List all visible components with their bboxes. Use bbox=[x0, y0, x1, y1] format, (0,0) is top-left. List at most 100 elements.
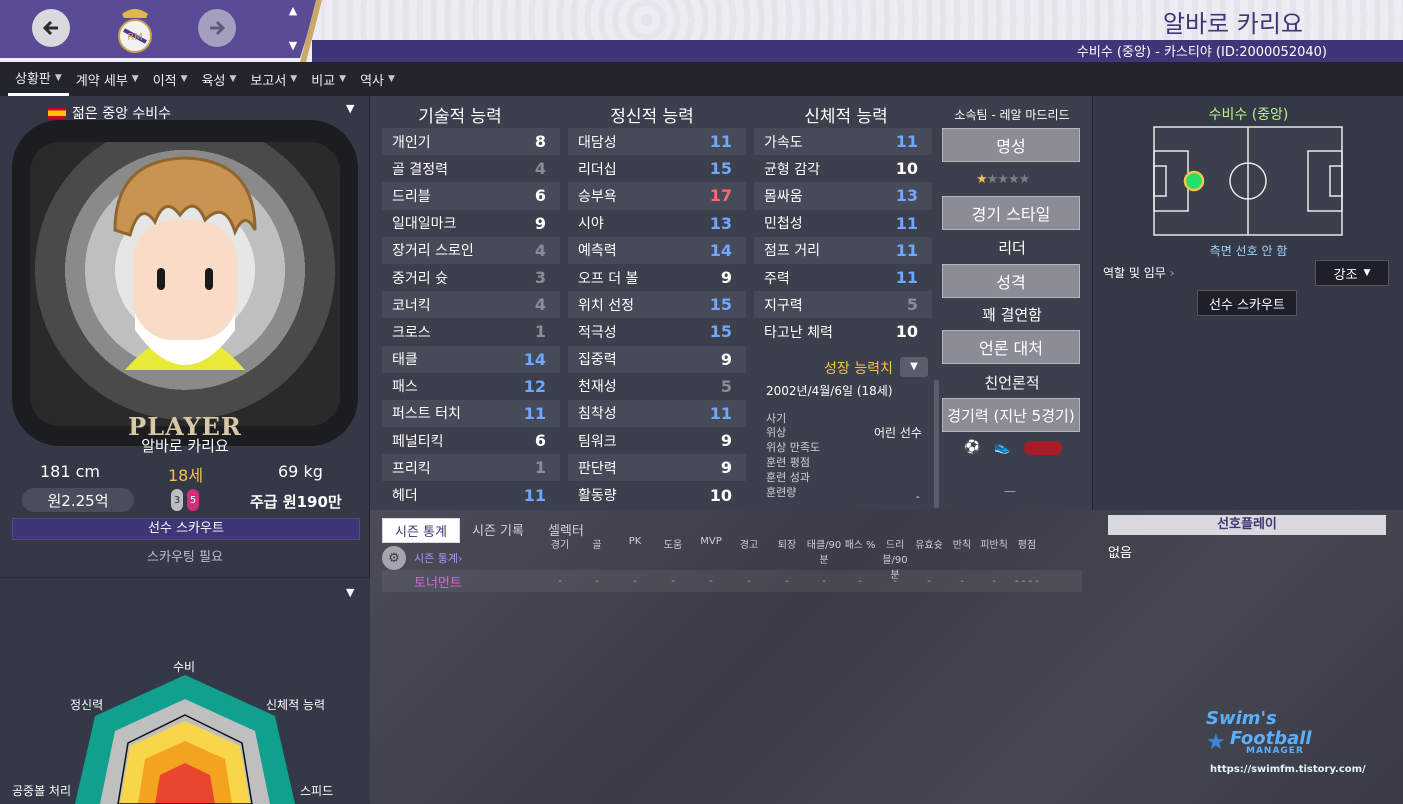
attribute-row[interactable]: 천재성 5 bbox=[568, 373, 746, 400]
form-button[interactable]: 경기력 (지난 5경기) bbox=[942, 398, 1080, 432]
technical-attributes: 개인기 8 골 결정력 4 드리블 6 일대일마크 9 장거리 스로인 4 중거리 슛 3 코너킥 4 크로… bbox=[382, 128, 560, 509]
attribute-row[interactable]: 지구력 5 bbox=[754, 291, 932, 319]
attribute-name: 균형 감각 bbox=[764, 161, 820, 178]
attribute-value: 14 bbox=[523, 349, 546, 369]
attribute-name: 퍼스트 터치 bbox=[392, 406, 461, 423]
menu-contract[interactable]: 계약 세부 ▼ bbox=[69, 62, 146, 96]
mental-header: 정신적 능력 bbox=[610, 107, 694, 127]
attribute-name: 침착성 bbox=[578, 406, 617, 423]
tab-season-stats[interactable]: 시즌 통계 bbox=[382, 518, 460, 543]
menu-reports[interactable]: 보고서 ▼ bbox=[243, 62, 304, 96]
media-handling-button[interactable]: 언론 대처 bbox=[942, 330, 1080, 364]
reputation-button[interactable]: 명성 bbox=[942, 128, 1080, 162]
back-button[interactable] bbox=[32, 9, 70, 47]
attribute-row[interactable]: 활동량 10 bbox=[568, 481, 746, 508]
attribute-row[interactable]: 팀워크 9 bbox=[568, 427, 746, 454]
menu-development[interactable]: 육성 ▼ bbox=[195, 62, 244, 96]
forward-button[interactable] bbox=[198, 9, 236, 47]
attribute-row[interactable]: 균형 감각 10 bbox=[754, 155, 932, 182]
scout-player-button[interactable]: 선수 스카우트 bbox=[12, 518, 360, 540]
radar-label-physical: 신체적 능력 bbox=[266, 698, 326, 712]
attribute-row[interactable]: 타고난 체력 10 bbox=[754, 318, 932, 345]
attribute-row[interactable]: 예측력 14 bbox=[568, 236, 746, 264]
growth-date: 2002년/4월/6일 (18세) bbox=[766, 384, 893, 398]
growth-dropdown-button[interactable]: ▼ bbox=[900, 357, 928, 377]
growth-scrollbar[interactable] bbox=[934, 380, 939, 508]
attribute-name: 적극성 bbox=[578, 324, 617, 341]
attribute-value: 3 bbox=[534, 268, 546, 288]
attribute-row[interactable]: 승부욕 17 bbox=[568, 182, 746, 210]
stat-value: - bbox=[747, 575, 751, 587]
player-subtitle: 수비수 (중앙) - 카스티야 (ID:2000052040) bbox=[1076, 45, 1327, 60]
attribute-row[interactable]: 오프 더 볼 9 bbox=[568, 264, 746, 291]
attribute-value: 15 bbox=[709, 295, 732, 315]
chevron-down-icon[interactable]: ▼ bbox=[346, 102, 354, 115]
personality-button[interactable]: 성격 bbox=[942, 264, 1080, 298]
season-stats-link[interactable]: 시즌 통계› bbox=[414, 550, 542, 566]
attribute-row[interactable]: 몸싸움 13 bbox=[754, 182, 932, 210]
gear-icon[interactable]: ⚙ bbox=[382, 546, 406, 570]
attribute-row[interactable]: 패스 12 bbox=[382, 373, 560, 400]
stat-value: - bbox=[960, 575, 964, 587]
assist-icon: 👟 bbox=[994, 440, 1011, 455]
tab-season-record[interactable]: 시즌 기록 bbox=[460, 518, 536, 543]
tournament-link[interactable]: 토너먼트 bbox=[382, 572, 542, 591]
attribute-row[interactable]: 점프 거리 11 bbox=[754, 236, 932, 264]
attribute-row[interactable]: 주력 11 bbox=[754, 264, 932, 291]
chevron-down-icon[interactable]: ▼ bbox=[289, 39, 297, 52]
attribute-row[interactable]: 일대일마크 9 bbox=[382, 210, 560, 237]
player-switch-arrows[interactable]: ▲ ▼ bbox=[286, 4, 300, 52]
attribute-row[interactable]: 페널티킥 6 bbox=[382, 427, 560, 454]
attribute-row[interactable]: 위치 선정 15 bbox=[568, 291, 746, 319]
roles-duties-link[interactable]: 역할 및 임무 › bbox=[1103, 264, 1174, 281]
attribute-name: 리더십 bbox=[578, 161, 617, 178]
half-star-icon: ★ bbox=[976, 172, 988, 187]
attribute-value: 10 bbox=[895, 322, 918, 342]
attribute-row[interactable]: 적극성 15 bbox=[568, 318, 746, 345]
stat-value: - bbox=[595, 575, 599, 587]
attribute-row[interactable]: 프리킥 1 bbox=[382, 454, 560, 482]
attribute-value: 9 bbox=[720, 431, 732, 451]
position-panel: 수비수 (중앙) 측면 선호 안 함 역할 및 임무 › 강조 ▼ 선수 스카우… bbox=[1092, 96, 1403, 510]
attribute-row[interactable]: 헤더 11 bbox=[382, 481, 560, 508]
scouting-status: 스카우팅 필요 bbox=[147, 550, 223, 565]
attribute-row[interactable]: 대담성 11 bbox=[568, 128, 746, 156]
growth-line-training-load: 훈련량 bbox=[766, 486, 797, 499]
menu-transfer[interactable]: 이적 ▼ bbox=[146, 62, 195, 96]
attribute-row[interactable]: 코너킥 4 bbox=[382, 291, 560, 319]
emphasis-dropdown[interactable]: 강조 ▼ bbox=[1315, 260, 1389, 286]
menu-label: 역사 bbox=[360, 73, 384, 89]
attribute-row[interactable]: 민첩성 11 bbox=[754, 210, 932, 237]
attribute-row[interactable]: 장거리 스로인 4 bbox=[382, 236, 560, 264]
attribute-row[interactable]: 퍼스트 터치 11 bbox=[382, 399, 560, 428]
attribute-value: 11 bbox=[895, 213, 918, 233]
attribute-row[interactable]: 골 결정력 4 bbox=[382, 155, 560, 182]
chevron-down-icon[interactable]: ▼ bbox=[346, 586, 354, 599]
scout-player-button-secondary[interactable]: 선수 스카우트 bbox=[1197, 290, 1297, 316]
attribute-row[interactable]: 침착성 11 bbox=[568, 399, 746, 428]
attribute-name: 드리블 bbox=[392, 188, 431, 205]
attribute-row[interactable]: 개인기 8 bbox=[382, 128, 560, 156]
attribute-row[interactable]: 시야 13 bbox=[568, 210, 746, 237]
menu-history[interactable]: 역사 ▼ bbox=[353, 62, 402, 96]
attribute-row[interactable]: 드리블 6 bbox=[382, 182, 560, 210]
attribute-name: 중거리 슛 bbox=[392, 270, 448, 287]
attribute-row[interactable]: 태클 14 bbox=[382, 345, 560, 373]
attribute-row[interactable]: 집중력 9 bbox=[568, 345, 746, 373]
page-title: 알바로 카리요 bbox=[1162, 10, 1303, 38]
menu-compare[interactable]: 비교 ▼ bbox=[304, 62, 353, 96]
attribute-row[interactable]: 중거리 슛 3 bbox=[382, 264, 560, 291]
mental-attributes: 대담성 11 리더십 15 승부욕 17 시야 13 예측력 14 오프 더 볼 9 위치 선정 15 적극… bbox=[568, 128, 746, 509]
chevron-up-icon[interactable]: ▲ bbox=[289, 4, 297, 17]
menu-label: 보고서 bbox=[250, 73, 287, 89]
attribute-value: 10 bbox=[895, 159, 918, 179]
attribute-row[interactable]: 리더십 15 bbox=[568, 155, 746, 182]
attribute-row[interactable]: 가속도 11 bbox=[754, 128, 932, 156]
playing-style-button[interactable]: 경기 스타일 bbox=[942, 196, 1080, 230]
stat-value: - bbox=[927, 575, 931, 587]
radar-label-defense: 수비 bbox=[173, 660, 196, 674]
attribute-row[interactable]: 크로스 1 bbox=[382, 318, 560, 345]
menu-overview[interactable]: 상황판 ▼ bbox=[8, 62, 69, 96]
attribute-row[interactable]: 판단력 9 bbox=[568, 454, 746, 482]
player-age: 18세 bbox=[168, 466, 204, 485]
